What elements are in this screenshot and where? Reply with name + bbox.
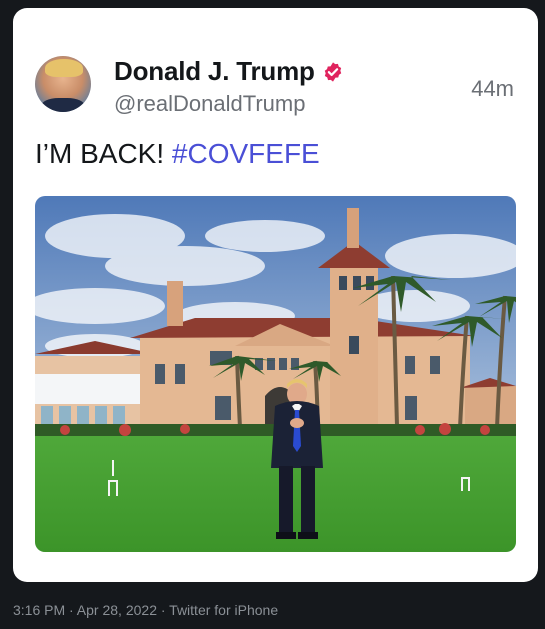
- verified-badge-icon: [324, 61, 341, 82]
- author-name[interactable]: Donald J. Trump: [114, 56, 315, 87]
- tweet-meta: 3:16 PM · Apr 28, 2022 · Twitter for iPh…: [13, 602, 279, 618]
- tweet-photo[interactable]: [35, 196, 516, 552]
- author-row: Donald J. Trump: [114, 56, 344, 87]
- avatar[interactable]: [35, 56, 91, 112]
- tweet-body: I’M BACK!: [35, 138, 165, 169]
- tweet-text: I’M BACK! #COVFEFE: [35, 138, 320, 170]
- tweet-card: Donald J. Trump @realDonaldTrump 44m I’M…: [13, 8, 538, 582]
- hashtag-link[interactable]: #COVFEFE: [172, 138, 320, 169]
- tweet-time[interactable]: 44m: [471, 76, 514, 102]
- author-handle[interactable]: @realDonaldTrump: [114, 91, 305, 117]
